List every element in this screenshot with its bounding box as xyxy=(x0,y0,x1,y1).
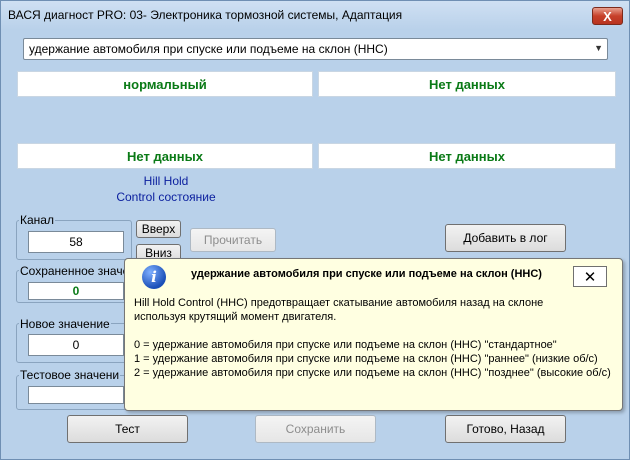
adaptation-window: ВАСЯ диагност PRO: 03- Электроника тормо… xyxy=(0,0,630,460)
tooltip-title: удержание автомобиля при спуске или подъ… xyxy=(191,268,542,280)
adaptation-select-value: удержание автомобиля при спуске или подъ… xyxy=(29,42,388,56)
test-button[interactable]: Тест xyxy=(67,415,188,443)
read-button[interactable]: Прочитать xyxy=(190,228,276,252)
close-icon: X xyxy=(603,8,612,24)
channel-label: Канал xyxy=(19,213,55,227)
value-top-left: нормальный xyxy=(17,71,313,97)
add-to-log-button[interactable]: Добавить в лог xyxy=(445,224,566,252)
tooltip-description-line1: Hill Hold Control (HHC) предотвращает ск… xyxy=(134,297,544,309)
value-top-right: Нет данных xyxy=(318,71,616,97)
status-caption-line2: Control состояние xyxy=(116,190,216,204)
save-button[interactable]: Сохранить xyxy=(255,415,376,443)
close-icon: ✕ xyxy=(583,268,597,286)
channel-up-button[interactable]: Вверх xyxy=(136,220,181,238)
chevron-down-icon[interactable]: ▼ xyxy=(594,43,603,53)
status-caption-line1: Hill Hold xyxy=(143,174,189,188)
tooltip-option-0: 0 = удержание автомобиля при спуске или … xyxy=(134,339,557,351)
tooltip-option-1: 1 = удержание автомобиля при спуске или … xyxy=(134,353,598,365)
window-close-button[interactable]: X xyxy=(592,7,623,25)
new-value-input[interactable]: 0 xyxy=(28,334,124,356)
channel-input[interactable]: 58 xyxy=(28,231,124,253)
tooltip-close-button[interactable]: ✕ xyxy=(573,266,607,287)
test-value-input[interactable] xyxy=(28,386,124,404)
info-icon: i xyxy=(142,265,166,289)
help-tooltip: i удержание автомобиля при спуске или по… xyxy=(124,258,623,411)
title-bar[interactable]: ВАСЯ диагност PRO: 03- Электроника тормо… xyxy=(1,1,629,30)
new-value-label: Новое значение xyxy=(19,317,111,331)
tooltip-description-line2: используя крутящий момент двигателя. xyxy=(134,311,337,323)
tooltip-option-2: 2 = удержание автомобиля при спуске или … xyxy=(134,367,611,379)
test-value-label: Тестовое значени xyxy=(19,368,121,382)
value-bottom-right: Нет данных xyxy=(318,143,616,169)
window-title: ВАСЯ диагност PRO: 03- Электроника тормо… xyxy=(8,8,403,22)
adaptation-select[interactable]: удержание автомобиля при спуске или подъ… xyxy=(23,38,608,60)
value-bottom-left: Нет данных xyxy=(17,143,313,169)
done-back-button[interactable]: Готово, Назад xyxy=(445,415,566,443)
saved-value-field: 0 xyxy=(28,282,124,300)
